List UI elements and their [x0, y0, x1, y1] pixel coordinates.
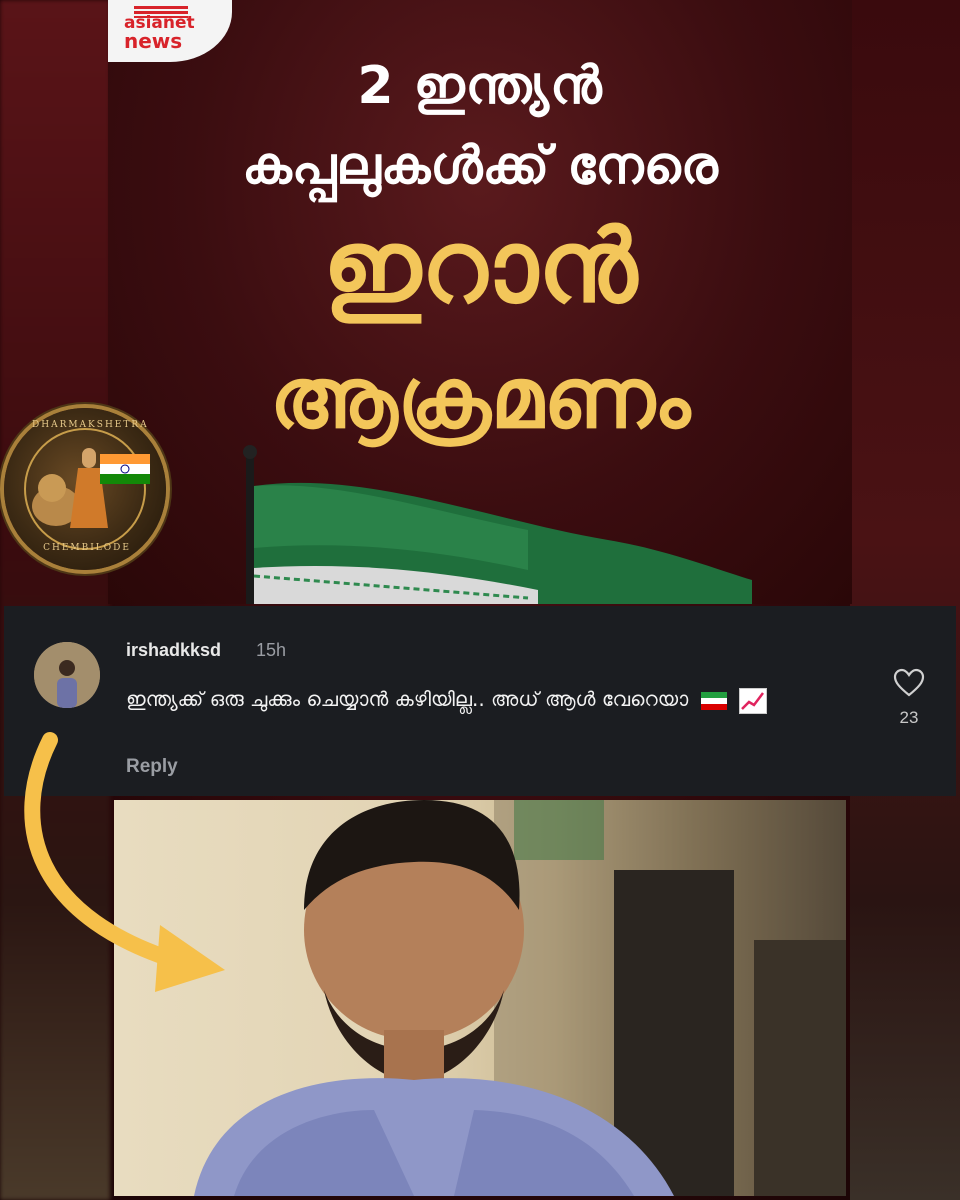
- avatar-image: [34, 642, 100, 708]
- arrow-pointer: [24, 732, 225, 992]
- logo-brand-bottom: news: [124, 29, 183, 53]
- background-left: [0, 0, 110, 1200]
- headline-line-2: കപ്പലുകൾക്ക് നേരെ: [242, 136, 718, 196]
- comment-username[interactable]: irshadkksd: [126, 640, 221, 661]
- iran-flag-icon: [700, 691, 727, 710]
- comment-timestamp: 15h: [256, 640, 287, 660]
- iran-flag-image: [243, 445, 752, 604]
- emblem-bottom-text: CHEMBILODE: [43, 543, 131, 553]
- news-card: asianet news 2 ഇന്ത്യൻ കപ്പലുകൾക്ക് നേരെ…: [108, 0, 852, 604]
- comment-body: ഇന്ത്യക്ക് ഒരു ചുക്കും ചെയ്യാൻ കഴിയില്ല.…: [126, 687, 689, 711]
- comment-text: ഇന്ത്യക്ക് ഒരു ചുക്കും ചെയ്യാൻ കഴിയില്ല.…: [126, 682, 846, 716]
- like-count: 23: [899, 708, 919, 727]
- headline-line-3: ഇറാൻ: [322, 208, 638, 325]
- dharmakshetra-emblem: DHARMAKSHETRA CHEMBILODE: [4, 408, 166, 570]
- asianet-news-logo: asianet news: [108, 0, 232, 62]
- avatar[interactable]: [34, 642, 100, 708]
- chart-increasing-icon: [738, 687, 767, 714]
- background-right: [850, 0, 960, 1200]
- headline-line-1: 2 ഇന്ത്യൻ: [357, 56, 603, 116]
- heart-icon[interactable]: [893, 668, 925, 698]
